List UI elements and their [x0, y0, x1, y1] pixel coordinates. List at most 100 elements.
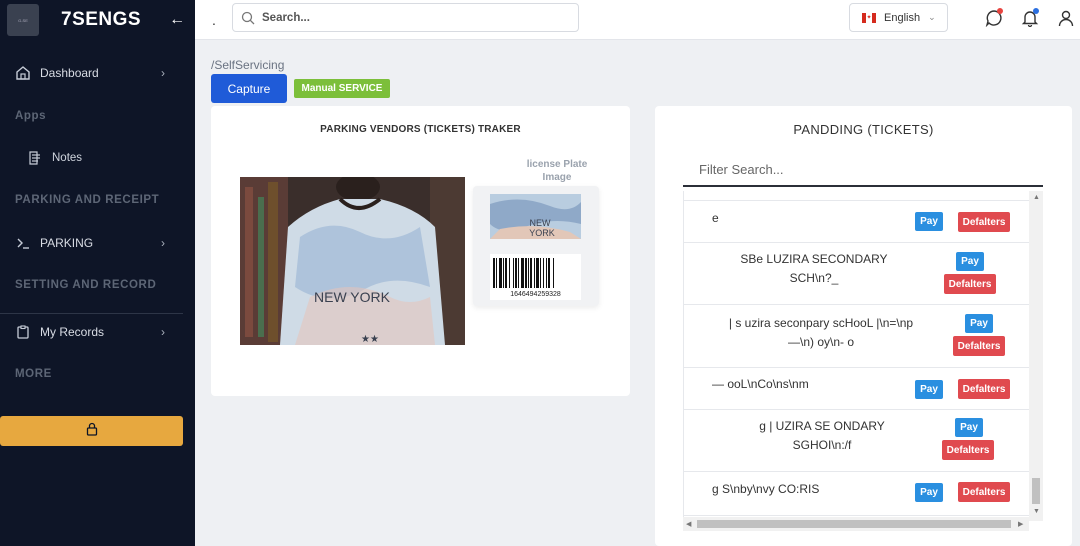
- pending-title: PANDDING (TICKETS): [793, 122, 934, 137]
- brand-name: 7SENGS: [61, 9, 142, 30]
- canada-flag-icon: ✦: [862, 12, 876, 23]
- table-row-partial: [684, 191, 1030, 201]
- chevron-down-icon: ⌄: [928, 12, 936, 22]
- sidebar-item-parking[interactable]: PARKING ›: [0, 233, 195, 253]
- section-more: MORE: [15, 368, 52, 380]
- chevron-right-icon: ›: [161, 236, 165, 250]
- lock-icon: [85, 422, 99, 441]
- row-text: — ooL\nCo\ns\nm: [712, 377, 809, 391]
- tickets-table: e Pay Defalters SBe LUZIRA SECONDARY SCH…: [683, 191, 1044, 531]
- sidebar-item-label: PARKING: [40, 236, 94, 250]
- terminal-icon: [16, 236, 30, 250]
- table-row: | s uzira seconpary scHooL |\n=\np —\n) …: [684, 305, 1030, 368]
- table-row: e Pay Defalters: [684, 201, 1030, 243]
- search-box[interactable]: [232, 3, 579, 32]
- section-apps: Apps: [15, 110, 47, 122]
- home-icon: [16, 66, 30, 80]
- plate-box: NEW YORK 1646494259328: [473, 186, 599, 306]
- defaulters-button[interactable]: Defalters: [958, 212, 1010, 232]
- row-text: g S\nby\nvy CO:RIS: [712, 482, 820, 496]
- row-text-line1: g | UZIRA SE ONDARY: [759, 419, 885, 433]
- row-text-line2: SCH\n?_: [789, 271, 839, 285]
- scroll-left-icon[interactable]: ◀: [686, 520, 691, 528]
- svg-text:NEW: NEW: [530, 218, 552, 228]
- chevron-right-icon: ›: [161, 66, 165, 80]
- filter-search-input[interactable]: [683, 154, 1043, 187]
- notifications-button[interactable]: [1020, 8, 1040, 28]
- chevron-right-icon: ›: [161, 325, 165, 339]
- sidebar-item-dashboard[interactable]: Dashboard ›: [0, 63, 195, 83]
- sidebar: G-SE 7SENGS ← Dashboard › Apps Notes PAR…: [0, 0, 195, 546]
- defaulters-button[interactable]: Defalters: [944, 274, 996, 294]
- pay-button[interactable]: Pay: [915, 212, 943, 231]
- clipboard-icon: [16, 325, 30, 339]
- pay-button[interactable]: Pay: [955, 418, 983, 437]
- sidebar-item-label: My Records: [40, 325, 105, 339]
- chat-badge: [997, 8, 1003, 14]
- pay-button[interactable]: Pay: [956, 252, 984, 271]
- sidebar-item-notes[interactable]: Notes: [0, 150, 82, 166]
- pay-button[interactable]: Pay: [915, 483, 943, 502]
- pending-card: PANDDING (TICKETS) e Pay Defalters SBe L…: [655, 106, 1072, 546]
- row-text-line2: —\n) oy\n- o: [787, 335, 855, 349]
- pay-button[interactable]: Pay: [965, 314, 993, 333]
- plate-label: license Plate Image: [526, 159, 588, 183]
- language-select[interactable]: ✦ English ⌄: [849, 3, 948, 32]
- defaulters-button[interactable]: Defalters: [942, 440, 994, 460]
- row-text-line1: | s uzira seconpary scHooL |\n=\np: [728, 316, 914, 330]
- capture-button[interactable]: Capture: [211, 74, 287, 103]
- defaulters-button[interactable]: Defalters: [953, 336, 1005, 356]
- horizontal-scroll-thumb[interactable]: [697, 520, 1011, 528]
- table-row: g S\nby\nvy CO:RIS Pay Defalters: [684, 472, 1030, 516]
- scroll-up-icon[interactable]: ▲: [1033, 194, 1040, 201]
- tracker-title: PARKING VENDORS (TICKETS) TRAKER: [320, 124, 521, 135]
- svg-text:★★: ★★: [361, 334, 379, 345]
- sidebar-item-label: Dashboard: [40, 66, 99, 80]
- language-label: English: [884, 11, 921, 24]
- barcode-number: 1646494259328: [510, 291, 561, 298]
- vertical-scroll-thumb[interactable]: [1032, 478, 1040, 504]
- horizontal-scrollbar[interactable]: ◀ ▶: [683, 517, 1029, 531]
- topbar: . ✦ English ⌄: [195, 0, 1080, 40]
- section-setting-record: SETTING AND RECORD: [15, 279, 157, 291]
- notification-badge: [1033, 8, 1039, 14]
- barcode-bars: [493, 258, 554, 288]
- manual-service-button[interactable]: Manual SERVICE: [294, 79, 390, 98]
- defaulters-button[interactable]: Defalters: [958, 482, 1010, 502]
- brand-logo: G-SE: [7, 4, 39, 36]
- pay-button[interactable]: Pay: [915, 380, 943, 399]
- search-input[interactable]: [262, 11, 552, 24]
- scroll-right-icon[interactable]: ▶: [1018, 520, 1023, 528]
- scroll-down-icon[interactable]: ▼: [1033, 508, 1040, 515]
- topbar-dot: .: [212, 12, 216, 28]
- plate-image: NEW YORK: [490, 194, 581, 239]
- row-text-line1: SBe LUZIRA SECONDARY: [740, 252, 888, 266]
- lock-button[interactable]: [0, 416, 183, 446]
- user-icon: [1058, 10, 1074, 27]
- table-row: SBe LUZIRA SECONDARY SCH\n?_ Pay Defalte…: [684, 243, 1030, 305]
- defaulters-button[interactable]: Defalters: [958, 379, 1010, 399]
- sidebar-sub-label: Notes: [52, 152, 83, 164]
- section-parking-receipt: PARKING AND RECEIPT: [15, 194, 160, 206]
- collapse-arrow-icon[interactable]: ←: [169, 11, 185, 29]
- table-row: — ooL\nCo\ns\nm Pay Defalters: [684, 368, 1030, 410]
- camera-feed: NEW YORK ★★: [240, 177, 465, 345]
- chat-button[interactable]: [984, 8, 1004, 28]
- brand: G-SE 7SENGS ←: [0, 0, 195, 40]
- row-text: e: [712, 211, 719, 225]
- vertical-scrollbar[interactable]: ▲ ▼: [1029, 191, 1043, 521]
- shirt-text: NEW YORK: [314, 289, 391, 305]
- row-text: SBe LUZIRA SECONDARY SCH\n?_: [724, 250, 904, 288]
- notes-icon: [28, 151, 42, 165]
- search-icon: [241, 11, 255, 25]
- row-text: | s uzira seconpary scHooL |\n=\np —\n) …: [710, 314, 932, 352]
- row-text: g | UZIRA SE ONDARY SGHOI\n:/f: [732, 417, 912, 455]
- user-button[interactable]: [1056, 8, 1076, 28]
- row-text-line2: SGHOI\n:/f: [792, 438, 852, 452]
- barcode: 1646494259328: [490, 254, 581, 300]
- sidebar-item-my-records[interactable]: My Records ›: [0, 322, 195, 342]
- svg-text:YORK: YORK: [529, 228, 555, 238]
- breadcrumb: /SelfServicing: [211, 58, 285, 72]
- table-row: g | UZIRA SE ONDARY SGHOI\n:/f Pay Defal…: [684, 410, 1030, 472]
- sidebar-divider: [0, 313, 183, 314]
